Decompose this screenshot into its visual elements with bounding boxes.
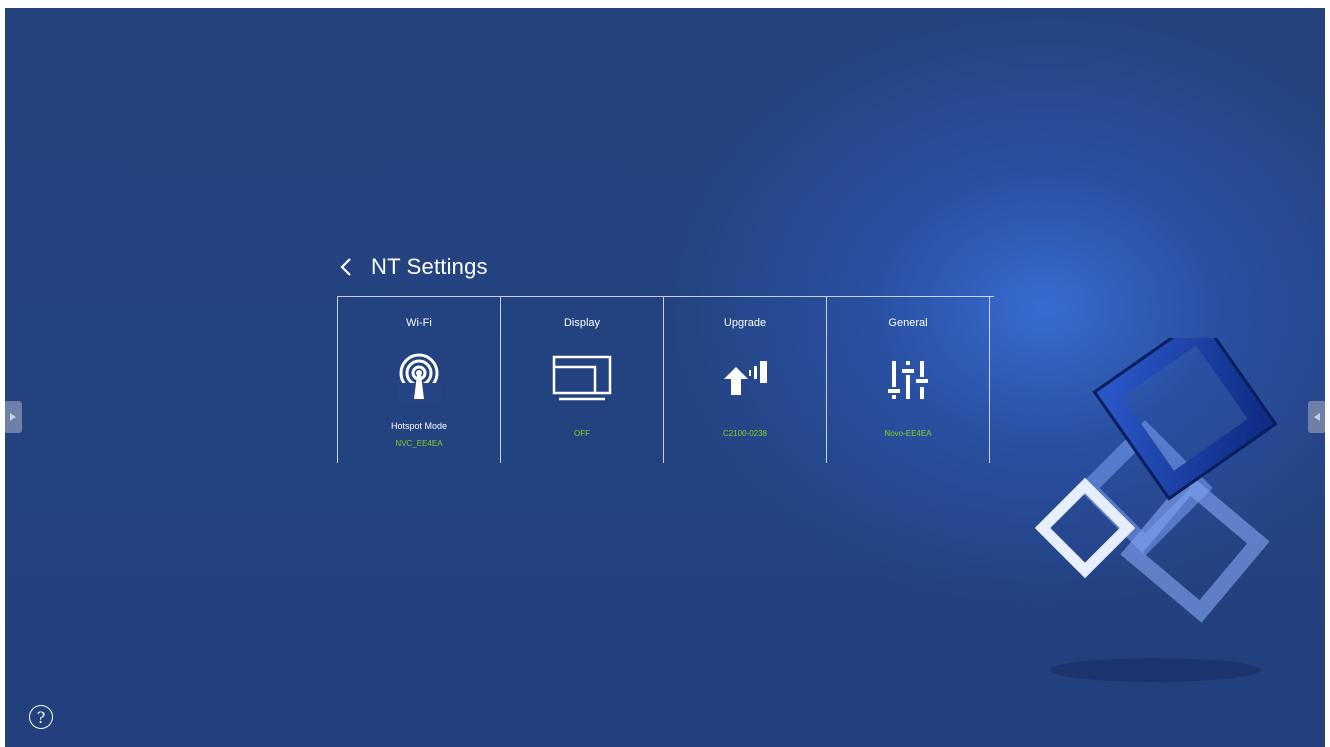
back-button[interactable] xyxy=(339,253,361,281)
card-label: Display xyxy=(563,317,601,329)
page-header: NT Settings xyxy=(339,251,488,283)
sliders-icon xyxy=(876,352,940,404)
page-title: NT Settings xyxy=(371,254,488,279)
card-subtitle: Hotspot Mode xyxy=(390,421,448,431)
upgrade-icon xyxy=(713,352,777,404)
help-button[interactable]: ? xyxy=(29,705,53,729)
card-value: NVC_EE4EA xyxy=(395,439,443,448)
settings-panel: Wi-Fi Hotspot Mode NVC_EE4EA Display OFF… xyxy=(337,296,994,463)
arrow-right-icon xyxy=(10,413,16,421)
main-screen: NT Settings Wi-Fi Hotspot Mode NVC_EE4EA… xyxy=(5,8,1325,747)
card-label: Upgrade xyxy=(723,317,767,329)
decorative-cubes xyxy=(1015,315,1295,703)
right-drawer-handle[interactable] xyxy=(1308,401,1325,433)
card-value: C2100-0238 xyxy=(722,429,768,438)
wifi-card[interactable]: Wi-Fi Hotspot Mode NVC_EE4EA xyxy=(338,297,501,463)
general-card[interactable]: General Novo-EE4EA xyxy=(827,297,990,463)
left-drawer-handle[interactable] xyxy=(5,401,22,433)
wifi-hotspot-icon xyxy=(387,352,451,404)
upgrade-card[interactable]: Upgrade C2100-0238 xyxy=(664,297,827,463)
chevron-left-icon xyxy=(340,258,351,276)
display-icon xyxy=(550,352,614,404)
card-label: Wi-Fi xyxy=(406,317,432,329)
card-value: OFF xyxy=(574,429,590,438)
display-card[interactable]: Display OFF xyxy=(501,297,664,463)
card-label: General xyxy=(888,317,928,329)
arrow-left-icon xyxy=(1314,413,1320,421)
card-value: Novo-EE4EA xyxy=(884,429,932,438)
